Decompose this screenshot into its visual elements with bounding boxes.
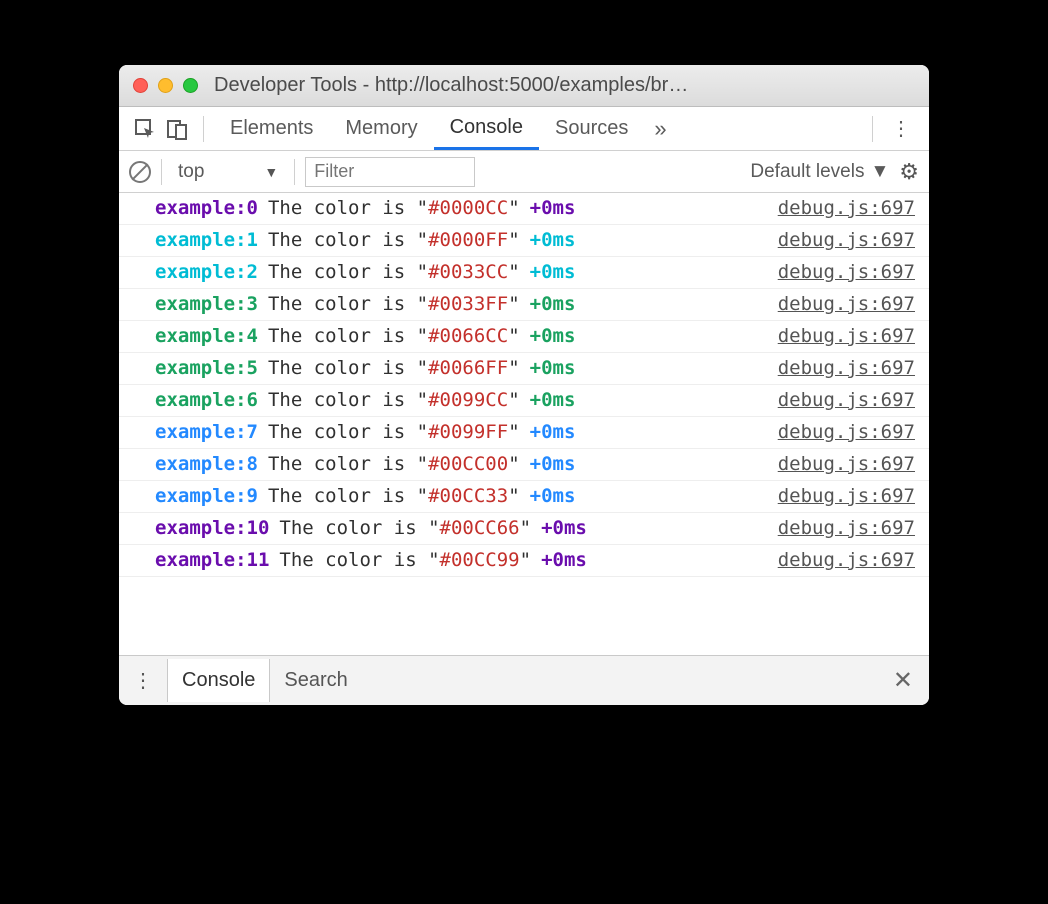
log-timing: +0ms — [541, 551, 587, 570]
log-source-link[interactable]: debug.js:697 — [778, 295, 915, 314]
log-source-link[interactable]: debug.js:697 — [778, 391, 915, 410]
tabs: ElementsMemoryConsoleSources — [214, 107, 644, 150]
log-source-link[interactable]: debug.js:697 — [778, 519, 915, 538]
gear-icon[interactable]: ⚙ — [899, 159, 919, 185]
log-message: The color is "#0099CC" — [268, 391, 520, 410]
devtools-window: Developer Tools - http://localhost:5000/… — [119, 65, 929, 705]
log-row: example:3 The color is "#0033FF" +0ms debug… — [119, 289, 929, 321]
log-row: example:7 The color is "#0099FF" +0ms debug… — [119, 417, 929, 449]
log-namespace: example:5 — [155, 359, 258, 378]
log-message: The color is "#0000FF" — [268, 231, 520, 250]
log-namespace: example:8 — [155, 455, 258, 474]
log-message: The color is "#00CC99" — [279, 551, 531, 570]
log-source-link[interactable]: debug.js:697 — [778, 199, 915, 218]
log-message: The color is "#0033CC" — [268, 263, 520, 282]
log-message: The color is "#0033FF" — [268, 295, 520, 314]
log-message: The color is "#0066CC" — [268, 327, 520, 346]
log-timing: +0ms — [530, 327, 576, 346]
context-selector[interactable]: top ▼ — [172, 161, 284, 183]
log-timing: +0ms — [530, 231, 576, 250]
clear-console-icon[interactable] — [129, 161, 151, 183]
tab-sources[interactable]: Sources — [539, 107, 644, 150]
log-row: example:1 The color is "#0000FF" +0ms debug… — [119, 225, 929, 257]
log-namespace: example:11 — [155, 551, 269, 570]
minimize-icon[interactable] — [158, 78, 173, 93]
log-levels-selector[interactable]: Default levels ▼ — [750, 161, 889, 183]
divider — [872, 116, 873, 142]
console-log-area[interactable]: example:0 The color is "#0000CC" +0ms debug… — [119, 193, 929, 655]
log-row: example:10 The color is "#00CC66" +0ms debu… — [119, 513, 929, 545]
log-timing: +0ms — [530, 199, 576, 218]
chevron-down-icon: ▼ — [870, 161, 889, 183]
log-message: The color is "#00CC66" — [279, 519, 531, 538]
log-row: example:2 The color is "#0033CC" +0ms debug… — [119, 257, 929, 289]
log-source-link[interactable]: debug.js:697 — [778, 231, 915, 250]
tabs-overflow-icon[interactable]: » — [644, 116, 676, 142]
maximize-icon[interactable] — [183, 78, 198, 93]
drawer-menu-icon[interactable]: ⋮ — [119, 668, 167, 693]
log-namespace: example:9 — [155, 487, 258, 506]
console-filterbar: top ▼ Default levels ▼ ⚙ — [119, 151, 929, 193]
devtools-tabbar: ElementsMemoryConsoleSources » ⋮ — [119, 107, 929, 151]
log-source-link[interactable]: debug.js:697 — [778, 263, 915, 282]
drawer-tab-console[interactable]: Console — [167, 659, 270, 702]
divider — [294, 159, 295, 185]
divider — [203, 116, 204, 142]
log-timing: +0ms — [530, 423, 576, 442]
log-namespace: example:7 — [155, 423, 258, 442]
log-row: example:8 The color is "#00CC00" +0ms debug… — [119, 449, 929, 481]
log-message: The color is "#0099FF" — [268, 423, 520, 442]
log-timing: +0ms — [541, 519, 587, 538]
kebab-menu-icon[interactable]: ⋮ — [883, 116, 919, 141]
log-timing: +0ms — [530, 263, 576, 282]
window-title: Developer Tools - http://localhost:5000/… — [214, 74, 915, 97]
log-row: example:0 The color is "#0000CC" +0ms debug… — [119, 193, 929, 225]
log-namespace: example:0 — [155, 199, 258, 218]
levels-label: Default levels — [750, 161, 864, 183]
divider — [161, 159, 162, 185]
log-timing: +0ms — [530, 359, 576, 378]
log-message: The color is "#0066FF" — [268, 359, 520, 378]
log-message: The color is "#0000CC" — [268, 199, 520, 218]
log-timing: +0ms — [530, 295, 576, 314]
log-timing: +0ms — [530, 487, 576, 506]
drawer: ⋮ Console Search ✕ — [119, 655, 929, 705]
tab-console[interactable]: Console — [434, 107, 539, 150]
log-timing: +0ms — [530, 391, 576, 410]
log-source-link[interactable]: debug.js:697 — [778, 327, 915, 346]
close-icon[interactable]: ✕ — [877, 666, 929, 695]
log-source-link[interactable]: debug.js:697 — [778, 359, 915, 378]
chevron-down-icon: ▼ — [264, 164, 278, 180]
log-namespace: example:6 — [155, 391, 258, 410]
log-row: example:5 The color is "#0066FF" +0ms debug… — [119, 353, 929, 385]
log-namespace: example:1 — [155, 231, 258, 250]
log-namespace: example:2 — [155, 263, 258, 282]
log-source-link[interactable]: debug.js:697 — [778, 487, 915, 506]
tab-elements[interactable]: Elements — [214, 107, 329, 150]
log-timing: +0ms — [530, 455, 576, 474]
tab-memory[interactable]: Memory — [329, 107, 433, 150]
log-source-link[interactable]: debug.js:697 — [778, 423, 915, 442]
log-source-link[interactable]: debug.js:697 — [778, 551, 915, 570]
log-message: The color is "#00CC00" — [268, 455, 520, 474]
log-source-link[interactable]: debug.js:697 — [778, 455, 915, 474]
log-namespace: example:4 — [155, 327, 258, 346]
close-icon[interactable] — [133, 78, 148, 93]
device-toggle-icon[interactable] — [161, 113, 193, 145]
log-namespace: example:3 — [155, 295, 258, 314]
log-row: example:9 The color is "#00CC33" +0ms debug… — [119, 481, 929, 513]
window-controls — [133, 78, 198, 93]
inspect-icon[interactable] — [129, 113, 161, 145]
titlebar: Developer Tools - http://localhost:5000/… — [119, 65, 929, 107]
log-message: The color is "#00CC33" — [268, 487, 520, 506]
drawer-tab-search[interactable]: Search — [270, 659, 361, 702]
log-row: example:4 The color is "#0066CC" +0ms debug… — [119, 321, 929, 353]
log-namespace: example:10 — [155, 519, 269, 538]
log-row: example:6 The color is "#0099CC" +0ms debug… — [119, 385, 929, 417]
log-row: example:11 The color is "#00CC99" +0ms debu… — [119, 545, 929, 577]
filter-input[interactable] — [305, 157, 475, 187]
context-label: top — [178, 161, 204, 183]
